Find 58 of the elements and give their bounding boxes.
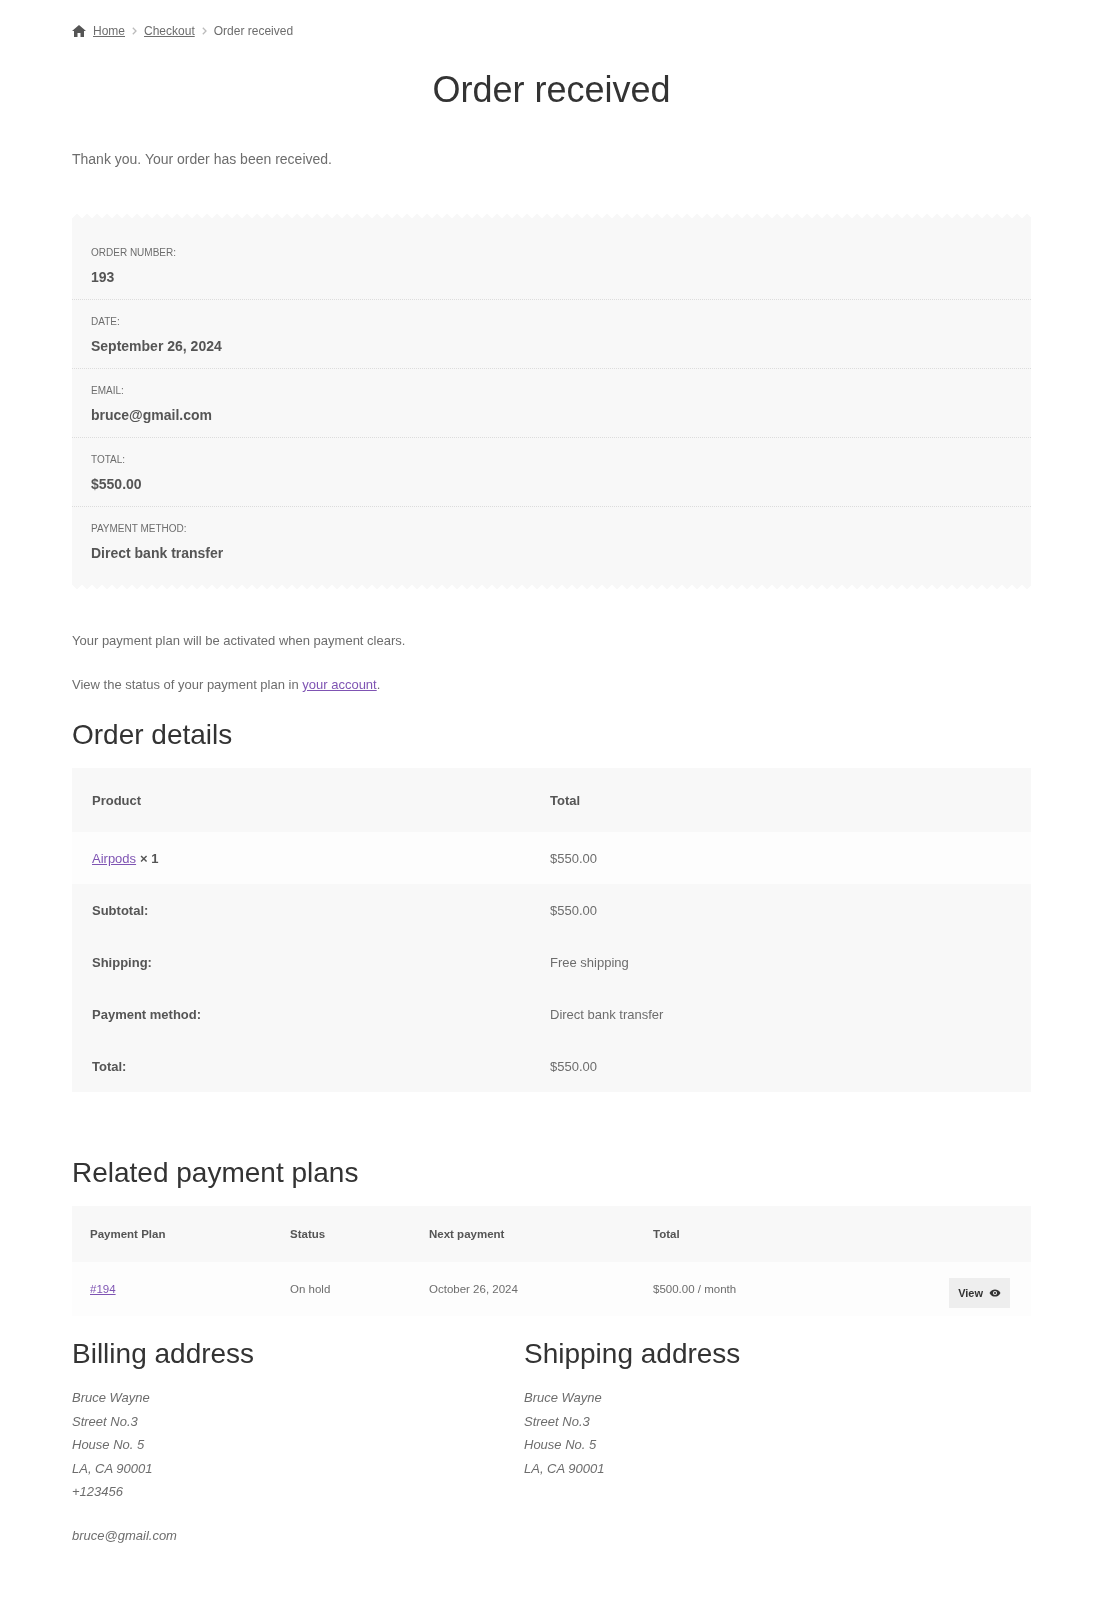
overview-value: Direct bank transfer bbox=[91, 544, 224, 563]
totals-label: Total: bbox=[92, 1058, 128, 1074]
chevron-icon bbox=[201, 27, 207, 35]
address-line: Bruce Wayne bbox=[524, 1389, 602, 1407]
table-cell-text: October 26, 2024 bbox=[429, 1283, 519, 1295]
address-line: +123456 bbox=[72, 1483, 123, 1501]
overview-label: EMAIL: bbox=[91, 384, 124, 398]
section-heading: Shipping address bbox=[524, 1337, 742, 1371]
column-header: Product bbox=[92, 792, 143, 808]
section-heading: Billing address bbox=[72, 1337, 256, 1371]
address-line: Street No.3 bbox=[72, 1412, 138, 1431]
overview-label: DATE: bbox=[91, 315, 120, 329]
table-cell-text: On hold bbox=[290, 1283, 332, 1295]
overview-value: 193 bbox=[91, 268, 115, 287]
column-header: Payment Plan bbox=[90, 1228, 167, 1240]
page-title: Order received bbox=[431, 68, 672, 112]
eye-icon bbox=[989, 1289, 1001, 1297]
chevron-icon bbox=[132, 27, 137, 35]
product-quantity: × 1 bbox=[140, 850, 159, 866]
account-link[interactable]: your account bbox=[302, 677, 377, 692]
totals-label: Payment method: bbox=[92, 1006, 203, 1022]
address-email: bruce@gmail.com bbox=[72, 1526, 177, 1545]
address-line: LA, CA 90001 bbox=[72, 1459, 153, 1478]
overview-value: September 26, 2024 bbox=[91, 337, 222, 356]
overview-label: PAYMENT METHOD: bbox=[91, 522, 187, 536]
overview-value: bruce@gmail.com bbox=[91, 406, 213, 425]
table-cell-text: $550.00 bbox=[550, 1058, 598, 1074]
overview-value: $550.00 bbox=[91, 475, 142, 494]
breadcrumb-link[interactable]: Checkout bbox=[144, 24, 195, 38]
table-cell-text: $500.00 / month bbox=[653, 1283, 738, 1295]
table-cell-text: $550.00 bbox=[550, 850, 598, 866]
table-cell-text: $550.00 bbox=[550, 902, 598, 918]
column-header: Status bbox=[290, 1228, 327, 1240]
address-line: LA, CA 90001 bbox=[524, 1459, 605, 1478]
breadcrumb-link[interactable]: Home bbox=[93, 24, 125, 38]
column-header: Total bbox=[550, 792, 582, 808]
home-icon bbox=[72, 25, 86, 37]
breadcrumb-current: Order received bbox=[213, 24, 294, 38]
view-button[interactable]: View bbox=[949, 1278, 1010, 1308]
column-header: Next payment bbox=[429, 1228, 506, 1240]
address-line: Street No.3 bbox=[524, 1412, 590, 1431]
account-note: View the status of your payment plan in your account. bbox=[72, 676, 382, 694]
overview-label: ORDER NUMBER: bbox=[91, 246, 176, 260]
totals-label: Shipping: bbox=[92, 954, 153, 970]
thank-you-message: Thank you. Your order has been received. bbox=[72, 150, 333, 169]
overview-label: TOTAL: bbox=[91, 453, 126, 467]
activation-note: Your payment plan will be activated when payment clears. bbox=[72, 632, 407, 650]
address-line: Bruce Wayne bbox=[72, 1389, 150, 1407]
payment-plan-link[interactable]: #194 bbox=[90, 1283, 116, 1295]
table-cell-text: Free shipping bbox=[550, 954, 630, 970]
column-header: Total bbox=[653, 1228, 681, 1240]
address-line: House No. 5 bbox=[524, 1436, 597, 1454]
product-link[interactable]: Airpods bbox=[92, 850, 137, 866]
section-heading: Related payment plans bbox=[72, 1156, 360, 1190]
table-cell-text: Direct bank transfer bbox=[550, 1006, 665, 1022]
totals-label: Subtotal: bbox=[92, 902, 150, 918]
address-line: House No. 5 bbox=[72, 1436, 145, 1454]
section-heading: Order details bbox=[72, 718, 234, 752]
